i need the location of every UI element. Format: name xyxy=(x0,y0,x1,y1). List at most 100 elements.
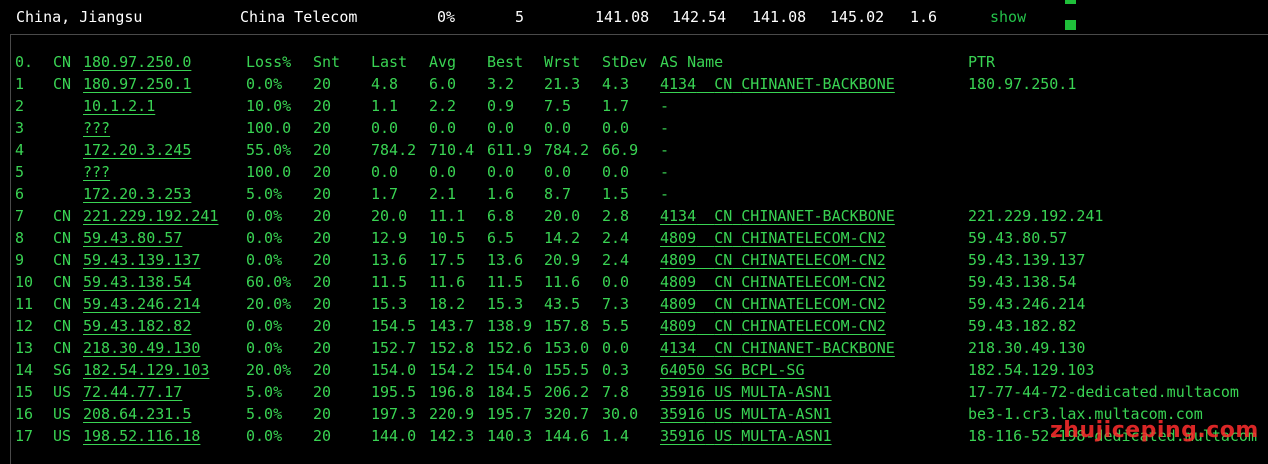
table-row: 9 CN 59.43.139.137 0.0% 20 13.6 17.5 13.6 20.9 2.… xyxy=(11,249,1268,271)
cell-host[interactable]: 172.20.3.253 xyxy=(83,183,191,205)
cell-last: 0.0 xyxy=(371,163,399,181)
header-host[interactable]: 180.97.250.0 xyxy=(83,51,191,73)
cell-stdev: 66.9 xyxy=(602,141,639,159)
header-last: Last xyxy=(371,53,408,71)
cell-num: 7 xyxy=(15,207,25,225)
cell-host[interactable]: 198.52.116.18 xyxy=(83,425,200,447)
cell-as: - xyxy=(660,95,669,117)
show-link[interactable]: show xyxy=(990,8,1026,26)
cell-stdev: 4.3 xyxy=(602,75,630,93)
cell-wrst: 784.2 xyxy=(544,141,590,159)
cell-snt: 20 xyxy=(313,427,332,445)
summary-stdev: 1.6 xyxy=(910,8,938,26)
cell-snt: 20 xyxy=(313,405,332,423)
cell-asn: - xyxy=(660,97,670,115)
cell-as[interactable]: 35916 US MULTA-ASN1 xyxy=(660,425,832,447)
cell-last: 15.3 xyxy=(371,295,408,313)
cell-wrst: 11.6 xyxy=(544,273,581,291)
cell-host[interactable]: 172.20.3.245 xyxy=(83,139,191,161)
cell-last: 0.0 xyxy=(371,119,399,137)
header-stdev: StDev xyxy=(602,53,648,71)
cell-as-cc: CN xyxy=(714,295,733,313)
cell-cc: US xyxy=(53,405,72,423)
cell-host[interactable]: 182.54.129.103 xyxy=(83,359,209,381)
cell-wrst: 0.0 xyxy=(544,163,572,181)
cell-as[interactable]: 4809 CN CHINATELECOM-CN2 xyxy=(660,249,886,271)
cell-avg: 17.5 xyxy=(429,251,466,269)
cell-best: 152.6 xyxy=(487,339,533,357)
cell-asn: - xyxy=(660,119,670,137)
cell-as[interactable]: 4134 CN CHINANET-BACKBONE xyxy=(660,337,895,359)
cell-as[interactable]: 4809 CN CHINATELECOM-CN2 xyxy=(660,271,886,293)
cell-host[interactable]: 221.229.192.241 xyxy=(83,205,218,227)
mtr-output-panel: 0. CN 180.97.250.0 Loss% Snt Last Avg Be… xyxy=(10,34,1268,464)
cell-as-cc: CN xyxy=(714,251,733,269)
cell-host[interactable]: 59.43.246.214 xyxy=(83,293,200,315)
cell-asn: 4809 xyxy=(660,229,697,247)
cell-wrst: 153.0 xyxy=(544,339,590,357)
cell-stdev: 1.7 xyxy=(602,97,630,115)
cell-ptr: 59.43.182.82 xyxy=(968,317,1077,335)
cell-as[interactable]: 35916 US MULTA-ASN1 xyxy=(660,381,832,403)
cell-wrst: 14.2 xyxy=(544,229,581,247)
cell-as[interactable]: 4809 CN CHINATELECOM-CN2 xyxy=(660,315,886,337)
cell-avg: 710.4 xyxy=(429,141,475,159)
cell-avg: 2.2 xyxy=(429,97,457,115)
cell-host[interactable]: 59.43.182.82 xyxy=(83,315,191,337)
cell-asn: - xyxy=(660,163,670,181)
cell-num: 4 xyxy=(15,141,25,159)
cell-num: 8 xyxy=(15,229,25,247)
cell-last: 1.7 xyxy=(371,185,399,203)
cell-as[interactable]: 4134 CN CHINANET-BACKBONE xyxy=(660,73,895,95)
cell-as[interactable]: 4809 CN CHINATELECOM-CN2 xyxy=(660,227,886,249)
cell-asn: 64050 xyxy=(660,361,706,379)
cell-asn: 35916 xyxy=(660,405,706,423)
cell-num: 6 xyxy=(15,185,25,203)
cell-snt: 20 xyxy=(313,383,332,401)
cell-best: 154.0 xyxy=(487,361,533,379)
cell-host[interactable]: 218.30.49.130 xyxy=(83,337,200,359)
cell-host[interactable]: 59.43.80.57 xyxy=(83,227,182,249)
table-row: 5??? 100.0 20 0.0 0.0 0.0 0.0 0.0 - xyxy=(11,161,1268,183)
cell-as[interactable]: 64050 SG BCPL-SG xyxy=(660,359,805,381)
cell-host[interactable]: ??? xyxy=(83,161,110,183)
cell-host[interactable]: 72.44.77.17 xyxy=(83,381,182,403)
cell-num: 11 xyxy=(15,295,34,313)
cell-as[interactable]: 4809 CN CHINATELECOM-CN2 xyxy=(660,293,886,315)
cell-snt: 20 xyxy=(313,361,332,379)
cell-best: 3.2 xyxy=(487,75,515,93)
cell-host[interactable]: ??? xyxy=(83,117,110,139)
cell-ptr: 59.43.246.214 xyxy=(968,295,1086,313)
table-row: 4 172.20.3.245 55.0% 20 784.2 710.4 611.9 784.2… xyxy=(11,139,1268,161)
cell-cc: CN xyxy=(53,207,72,225)
cell-as[interactable]: 35916 US MULTA-ASN1 xyxy=(660,403,832,425)
cell-host[interactable]: 208.64.231.5 xyxy=(83,403,191,425)
cell-avg: 220.9 xyxy=(429,405,475,423)
cell-avg: 152.8 xyxy=(429,339,475,357)
cell-host[interactable]: 59.43.138.54 xyxy=(83,271,191,293)
cell-host[interactable]: 10.1.2.1 xyxy=(83,95,155,117)
table-row: 3??? 100.0 20 0.0 0.0 0.0 0.0 0.0 - xyxy=(11,117,1268,139)
cell-avg: 154.2 xyxy=(429,361,475,379)
cell-best: 0.9 xyxy=(487,97,515,115)
table-row: 10 CN 59.43.138.54 60.0% 20 11.5 11.6 11.5 11.6 0… xyxy=(11,271,1268,293)
cell-as[interactable]: 4134 CN CHINANET-BACKBONE xyxy=(660,205,895,227)
cell-best: 15.3 xyxy=(487,295,524,313)
cell-stdev: 7.8 xyxy=(602,383,630,401)
cell-best: 140.3 xyxy=(487,427,533,445)
cell-wrst: 20.9 xyxy=(544,251,581,269)
cell-loss: 0.0% xyxy=(246,251,283,269)
cell-host[interactable]: 59.43.139.137 xyxy=(83,249,200,271)
cell-best: 6.5 xyxy=(487,229,515,247)
cell-loss: 100.0 xyxy=(246,119,292,137)
cell-loss: 20.0% xyxy=(246,295,292,313)
cell-host[interactable]: 180.97.250.1 xyxy=(83,73,191,95)
cell-loss: 5.0% xyxy=(246,185,283,203)
cell-as-cc: US xyxy=(714,405,733,423)
table-header-row: 0. CN 180.97.250.0 Loss% Snt Last Avg Be… xyxy=(11,51,1268,73)
table-row: 7 CN 221.229.192.241 0.0% 20 20.0 11.1 6.8 20.0 2… xyxy=(11,205,1268,227)
cell-stdev: 5.5 xyxy=(602,317,630,335)
cell-as-cc: SG xyxy=(714,361,733,379)
cell-avg: 142.3 xyxy=(429,427,475,445)
header-ptr: PTR xyxy=(968,53,996,71)
